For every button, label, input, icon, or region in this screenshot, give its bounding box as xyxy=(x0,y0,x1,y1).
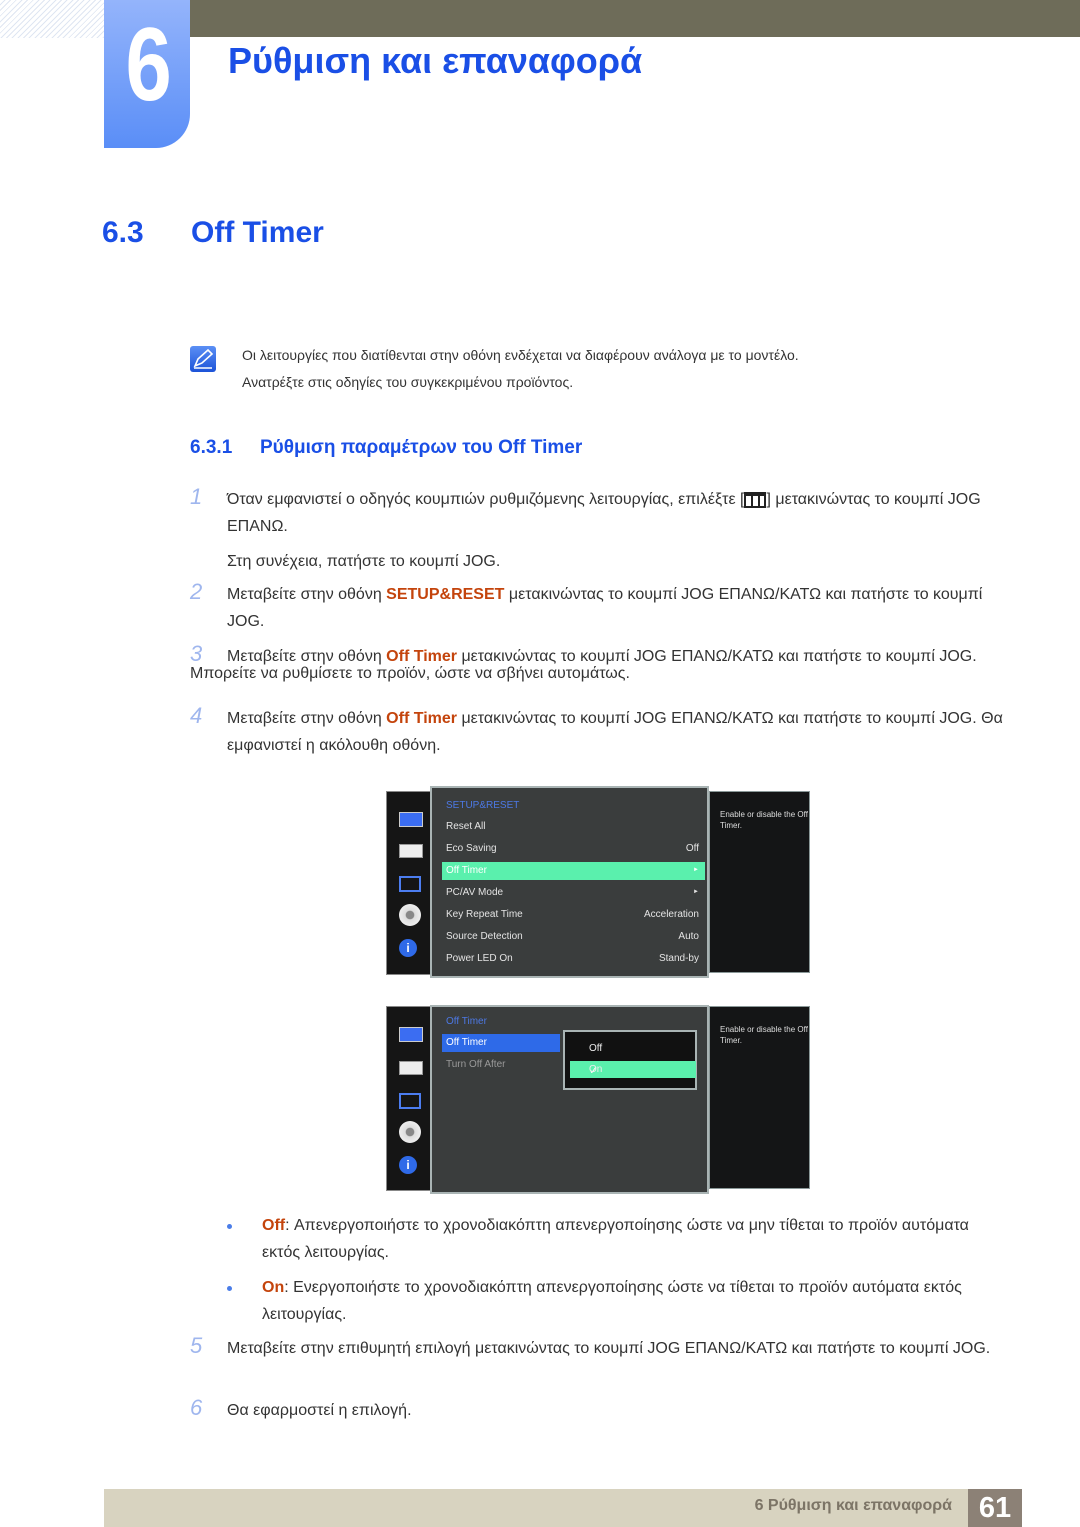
option-off[interactable]: Off xyxy=(570,1040,696,1057)
info-icon: i xyxy=(399,939,417,957)
step-1: 1 Όταν εμφανιστεί ο οδηγός κουμπιών ρυθμ… xyxy=(190,484,1010,575)
osd-help-text: Enable or disable the Off Timer. xyxy=(720,1025,808,1045)
osd-help-text: Enable or disable the Off Timer. xyxy=(720,810,808,830)
osd1-help-panel: Enable or disable the Off Timer. xyxy=(709,791,810,973)
monitor-icon xyxy=(399,812,423,827)
step-text: Θα εφαρμοστεί η επιλογή. xyxy=(227,1402,412,1419)
header-hatch-pattern xyxy=(0,0,104,38)
osd-row-selected[interactable]: Off Timer xyxy=(442,1034,560,1052)
position-arrows-icon xyxy=(399,1093,421,1109)
bullet-text: : Απενεργοποιήστε το χρονοδιακόπτη απενε… xyxy=(262,1217,969,1261)
chapter-title: Ρύθμιση και επαναφορά xyxy=(228,40,643,81)
osd1-side-menu: i xyxy=(386,791,433,975)
step-number: 6 xyxy=(190,1395,203,1420)
subsection-title: Ρύθμιση παραμέτρων του Off Timer xyxy=(260,437,583,458)
step-text: Μεταβείτε στην οθόνη xyxy=(227,710,387,727)
step-2: 2 Μεταβείτε στην οθόνη SETUP&RESET μετακ… xyxy=(190,579,1010,635)
bullet-off: Off: Απενεργοποιήστε το χρονοδιακόπτη απ… xyxy=(227,1212,987,1266)
step-text: Μεταβείτε στην επιθυμητή επιλογή μετακιν… xyxy=(227,1340,991,1357)
step-number: 4 xyxy=(190,703,203,728)
step-number: 2 xyxy=(190,579,203,604)
picture-settings-icon xyxy=(399,1061,423,1075)
note-pencil-icon xyxy=(190,346,216,372)
osd-row[interactable]: Key Repeat Time Acceleration xyxy=(442,906,705,924)
header-bar xyxy=(190,0,1080,37)
step-4: 4 Μεταβείτε στην οθόνη Off Timer μετακιν… xyxy=(190,703,1010,759)
menu-grid-icon xyxy=(744,491,767,508)
bullet-on: On: Ενεργοποιήστε το χρονοδιακόπτη απενε… xyxy=(227,1274,987,1328)
osd-row[interactable]: Source Detection Auto xyxy=(442,928,705,946)
info-icon: i xyxy=(399,1156,417,1174)
position-arrows-icon xyxy=(399,876,421,892)
step-5: 5 Μεταβείτε στην επιθυμητή επιλογή μετακ… xyxy=(190,1333,1010,1362)
bullet-dot-icon xyxy=(227,1286,232,1291)
note-line-1: Οι λειτουργίες που διατίθενται στην οθόν… xyxy=(242,347,799,363)
step-extra: Στη συνέχεια, πατήστε το κουμπί JOG. xyxy=(227,553,501,570)
osd1-title: SETUP&RESET xyxy=(446,800,520,811)
step-number: 5 xyxy=(190,1333,203,1358)
osd-row[interactable]: Power LED On Stand-by xyxy=(442,950,705,968)
picture-settings-icon xyxy=(399,844,423,858)
footer-chapter-title: 6 Ρύθμιση και επαναφορά xyxy=(754,1497,952,1514)
chapter-number: 6 xyxy=(125,7,171,123)
highlight-off-timer: Off Timer xyxy=(386,710,457,727)
osd2-title: Off Timer xyxy=(446,1016,487,1027)
bullet-text: : Ενεργοποιήστε το χρονοδιακόπτη απενεργ… xyxy=(262,1279,962,1323)
step-text: Μεταβείτε στην οθόνη xyxy=(227,586,387,603)
osd1-main-panel: SETUP&RESET Reset All Eco Saving Off Off … xyxy=(430,786,709,978)
step-6: 6 Θα εφαρμοστεί η επιλογή. xyxy=(190,1395,1010,1424)
bullet-key: Off xyxy=(262,1217,286,1234)
subsection-number: 6.3.1 xyxy=(190,437,233,458)
bullet-key: On xyxy=(262,1279,285,1296)
step-number: 1 xyxy=(190,484,203,509)
step-text: μετακινώντας το κουμπί JOG ΕΠΑΝΩ/ΚΑΤΩ κα… xyxy=(457,648,977,665)
section-title: Off Timer xyxy=(191,216,324,249)
subsection-heading: 6.3.1 Ρύθμιση παραμέτρων του Off Timer xyxy=(190,437,582,459)
gear-icon xyxy=(399,1121,421,1143)
highlight-setup-reset: SETUP&RESET xyxy=(386,586,505,603)
step-3: 3 Μεταβείτε στην οθόνη Off Timer μετακιν… xyxy=(190,641,1010,670)
section-heading: 6.3 Off Timer xyxy=(102,216,324,250)
osd-row[interactable]: Eco Saving Off xyxy=(442,840,705,858)
gear-icon xyxy=(399,904,421,926)
osd2-side-menu: i xyxy=(386,1006,433,1191)
step-number: 3 xyxy=(190,641,203,666)
osd-row[interactable]: Reset All xyxy=(442,818,705,836)
page-number: 61 xyxy=(968,1489,1022,1527)
option-on[interactable]: ✓ On xyxy=(570,1061,696,1078)
page-footer: 6 Ρύθμιση και επαναφορά 61 xyxy=(104,1489,1022,1527)
step-text: Μεταβείτε στην οθόνη xyxy=(227,648,387,665)
monitor-icon xyxy=(399,1027,423,1042)
step-text: Όταν εμφανιστεί ο οδηγός κουμπιών ρυθμιζ… xyxy=(227,491,745,508)
osd2-option-popup: Off ✓ On xyxy=(563,1030,697,1090)
bullet-dot-icon xyxy=(227,1224,232,1229)
osd2-help-panel: Enable or disable the Off Timer. xyxy=(709,1006,810,1189)
highlight-off-timer: Off Timer xyxy=(386,648,457,665)
osd-row-selected[interactable]: Off Timer ► xyxy=(442,862,705,880)
osd-row[interactable]: PC/AV Mode ► xyxy=(442,884,705,902)
section-number: 6.3 xyxy=(102,216,144,249)
note-line-2: Ανατρέξτε στις οδηγίες του συγκεκριμένου… xyxy=(242,374,574,390)
